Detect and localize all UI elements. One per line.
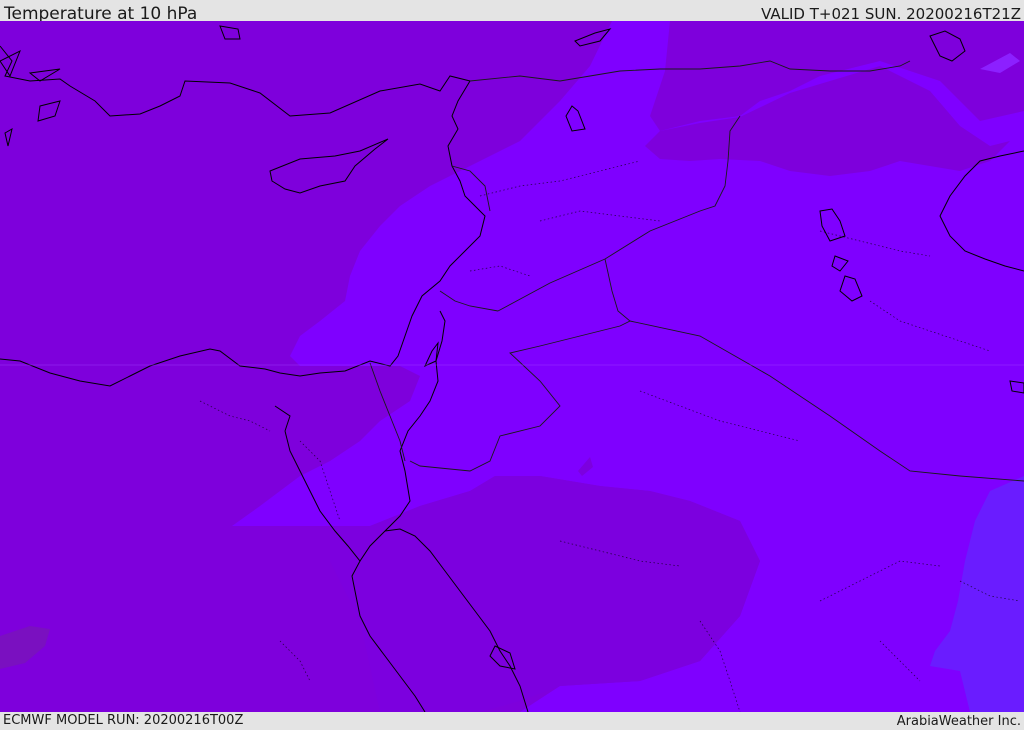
bottom-bar: ECMWF MODEL RUN: 20200216T00Z ArabiaWeat… (0, 712, 1024, 729)
map-panel[interactable] (0, 21, 1024, 712)
top-bar: Temperature at 10 hPa VALID T+021 SUN. 2… (0, 0, 1024, 24)
model-run-label: ECMWF MODEL RUN: 20200216T00Z (3, 713, 244, 728)
credit-label: ArabiaWeather Inc. (896, 714, 1021, 729)
temperature-map (0, 21, 1024, 712)
